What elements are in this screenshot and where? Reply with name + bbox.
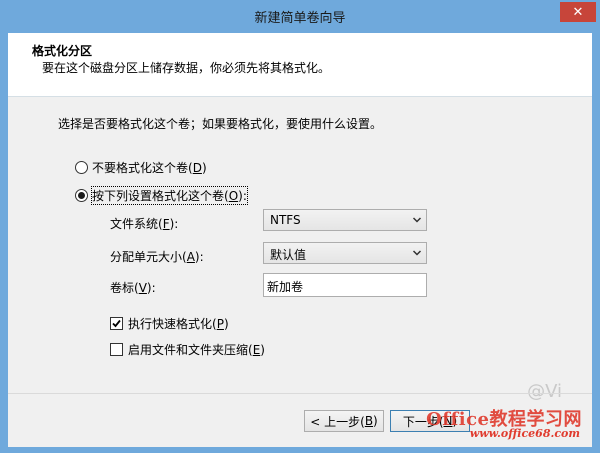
allocation-size-dropdown[interactable]: 默认值 <box>263 242 427 264</box>
title-bar[interactable]: 新建简单卷向导 ✕ <box>0 0 600 33</box>
no-format-radio[interactable] <box>75 161 88 174</box>
wizard-header: 格式化分区 要在这个磁盘分区上储存数据，你必须先将其格式化。 <box>8 33 592 97</box>
window-title: 新建简单卷向导 <box>254 11 346 26</box>
weibo-watermark: @Vi <box>527 381 562 402</box>
close-button[interactable]: ✕ <box>560 2 596 22</box>
wizard-window: 新建简单卷向导 ✕ 格式化分区 要在这个磁盘分区上储存数据，你必须先将其格式化。… <box>0 0 600 453</box>
file-system-value: NTFS <box>270 213 301 227</box>
format-label: 按下列设置格式化这个卷(O): <box>91 186 248 205</box>
chevron-down-icon <box>412 217 422 223</box>
no-format-label: 不要格式化这个卷(D) <box>92 161 207 175</box>
close-icon: ✕ <box>572 4 584 20</box>
back-button[interactable]: < 上一步(B) <box>304 410 384 432</box>
quick-format-checkbox[interactable] <box>110 317 123 330</box>
site-watermark-url: www.office68.com <box>469 427 580 440</box>
format-radio-option[interactable]: 按下列设置格式化这个卷(O): <box>75 186 248 205</box>
checkmark-icon <box>112 319 121 328</box>
format-radio[interactable] <box>75 189 88 202</box>
file-system-label: 文件系统(F): <box>110 217 179 231</box>
chevron-down-icon <box>412 250 422 256</box>
file-system-dropdown[interactable]: NTFS <box>263 209 427 231</box>
allocation-size-label: 分配单元大小(A): <box>110 250 204 264</box>
volume-label-input[interactable]: 新加卷 <box>263 273 427 297</box>
allocation-size-value: 默认值 <box>270 248 307 262</box>
footer-divider <box>8 393 592 394</box>
compression-label: 启用文件和文件夹压缩(E) <box>128 343 265 357</box>
page-subtitle: 要在这个磁盘分区上储存数据，你必须先将其格式化。 <box>42 61 331 75</box>
compression-checkbox[interactable] <box>110 343 123 356</box>
instruction-text: 选择是否要格式化这个卷；如果要格式化，要使用什么设置。 <box>58 117 383 131</box>
wizard-body: 格式化分区 要在这个磁盘分区上储存数据，你必须先将其格式化。 选择是否要格式化这… <box>8 33 592 447</box>
volume-label-label: 卷标(V): <box>110 281 156 295</box>
no-format-radio-option[interactable]: 不要格式化这个卷(D) <box>75 159 207 176</box>
quick-format-label: 执行快速格式化(P) <box>128 317 229 331</box>
quick-format-option[interactable]: 执行快速格式化(P) <box>110 315 229 332</box>
page-title: 格式化分区 <box>32 44 93 58</box>
compression-option[interactable]: 启用文件和文件夹压缩(E) <box>110 341 265 358</box>
